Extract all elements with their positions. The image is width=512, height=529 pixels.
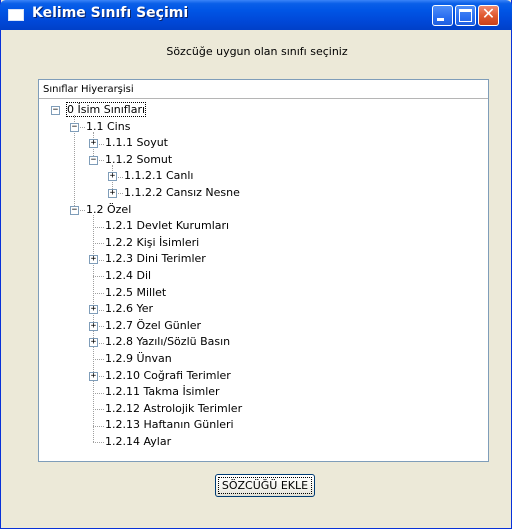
tree-node[interactable]: 1.2.12 Astrolojik Terimler [105, 401, 242, 417]
tree-node[interactable]: 1.2.2 Kişi İsimleri [105, 235, 199, 251]
tree-node-label: 0 İsim Sınıfları [65, 102, 147, 117]
tree-node[interactable]: 1.2.10 Coğrafi Terimler [105, 368, 231, 384]
tree-node-label: 1.1.1 Soyut [105, 136, 168, 150]
tree-node-label: 1.2.3 Dini Terimler [105, 252, 206, 266]
tree-node[interactable]: 1.1 Cins [86, 119, 130, 135]
collapse-icon[interactable]: − [51, 106, 60, 115]
expand-icon[interactable]: + [89, 305, 98, 315]
tree-node[interactable]: 1.2.8 Yazılı/Sözlü Basın [105, 334, 230, 350]
tree-node[interactable]: 1.1.2 Somut [105, 152, 172, 168]
expand-icon[interactable]: + [89, 139, 98, 149]
close-icon: ✕ [481, 4, 496, 23]
tree-node-label: 1.2.4 Dil [105, 269, 152, 282]
expand-icon[interactable]: + [108, 172, 117, 182]
maximize-icon [459, 9, 472, 22]
tree-node-label: 1.2.11 Takma İsimler [105, 385, 220, 399]
tree-node-label: 1.2.10 Coğrafi Terimler [105, 368, 231, 382]
tree-node[interactable]: 1.2 Özel [86, 202, 131, 218]
tree-connector [93, 392, 104, 394]
tree-node[interactable]: 0 İsim Sınıfları [65, 102, 147, 118]
tree-node[interactable]: 1.1.2.2 Cansız Nesne [124, 185, 240, 201]
expand-icon[interactable]: + [89, 371, 98, 381]
tree-connector [93, 359, 104, 361]
tree-node-label: 1.2.5 Millet [105, 285, 167, 299]
maximize-button[interactable] [455, 5, 476, 26]
tree-node-label: 1.2.6 Yer [105, 302, 154, 316]
expand-icon[interactable]: + [108, 189, 117, 198]
tree-node[interactable]: 1.2.14 Aylar [105, 434, 171, 450]
tree-node[interactable]: 1.1.1 Soyut [105, 135, 168, 151]
tree-node-label: 1.2 Özel [86, 202, 132, 216]
expand-icon[interactable]: + [89, 255, 98, 265]
focus-rect [218, 477, 312, 494]
tree-node-label: 1.1.2.2 Cansız Nesne [124, 186, 240, 199]
tree-connector [93, 292, 104, 294]
tree-connector [93, 276, 104, 278]
tree-header[interactable]: Sınıflar Hiyerarşisi [39, 80, 488, 99]
tree-node-label: 1.2.9 Ünvan [105, 352, 172, 365]
collapse-icon[interactable]: − [70, 205, 79, 215]
collapse-icon[interactable]: − [89, 155, 98, 165]
minimize-icon [437, 18, 444, 21]
window-title: Kelime Sınıfı Seçimi [32, 5, 189, 21]
tree-node[interactable]: 1.2.7 Özel Günler [105, 318, 201, 334]
instruction-text: Sözcüğe uygun olan sınıfı seçiniz [166, 45, 348, 58]
tree-connector [93, 409, 104, 411]
class-tree[interactable]: 0 İsim Sınıfları −1.1 Cins −1.1.1 Soyut +1.… [39, 102, 488, 460]
collapse-icon[interactable]: − [70, 122, 79, 132]
tree-node[interactable]: 1.1.2.1 Canlı [124, 168, 194, 184]
tree-connector [93, 425, 104, 427]
tree-node[interactable]: 1.2.4 Dil [105, 268, 151, 284]
add-word-button[interactable]: SÖZCÜĞÜ EKLE [215, 474, 315, 497]
tree-node-label: 1.2.7 Özel Günler [105, 318, 202, 332]
tree-node[interactable]: 1.2.13 Haftanın Günleri [105, 417, 234, 433]
tree-connector [93, 442, 104, 444]
window-icon [8, 9, 24, 21]
minimize-button[interactable] [432, 5, 453, 26]
tree-node-label: 1.1.2.1 Canlı [124, 169, 194, 183]
title-bar[interactable]: Kelime Sınıfı Seçimi ✕ [0, 0, 512, 30]
tree-node-label: 1.2.12 Astrolojik Terimler [105, 401, 243, 415]
tree-connector [93, 226, 104, 228]
tree-node-label: 1.1 Cins [86, 119, 131, 133]
tree-node[interactable]: 1.2.11 Takma İsimler [105, 384, 220, 400]
tree-node[interactable]: 1.2.6 Yer [105, 301, 153, 317]
tree-node-label: 1.1.2 Somut [105, 152, 173, 166]
expand-icon[interactable]: + [89, 338, 98, 348]
tree-node[interactable]: 1.2.5 Millet [105, 285, 166, 301]
tree-node[interactable]: 1.2.9 Ünvan [105, 351, 172, 367]
tree-node[interactable]: 1.2.1 Devlet Kurumları [105, 218, 229, 234]
tree-node-label: 1.2.14 Aylar [105, 435, 172, 448]
class-tree-panel: Sınıflar Hiyerarşisi 0 İsim Sınıfları −1.… [38, 79, 489, 462]
tree-connector [93, 243, 104, 245]
tree-node-label: 1.2.2 Kişi İsimleri [105, 235, 200, 249]
tree-node-label: 1.2.13 Haftanın Günleri [105, 418, 234, 432]
tree-node-label: 1.2.1 Devlet Kurumları [105, 219, 230, 233]
expand-icon[interactable]: + [89, 321, 98, 331]
tree-node[interactable]: 1.2.3 Dini Terimler [105, 251, 206, 267]
close-button[interactable]: ✕ [478, 4, 499, 26]
tree-node-label: 1.2.8 Yazılı/Sözlü Basın [105, 335, 231, 349]
dialog-window: Kelime Sınıfı Seçimi ✕ Sözcüğe uygun ola… [0, 0, 512, 529]
